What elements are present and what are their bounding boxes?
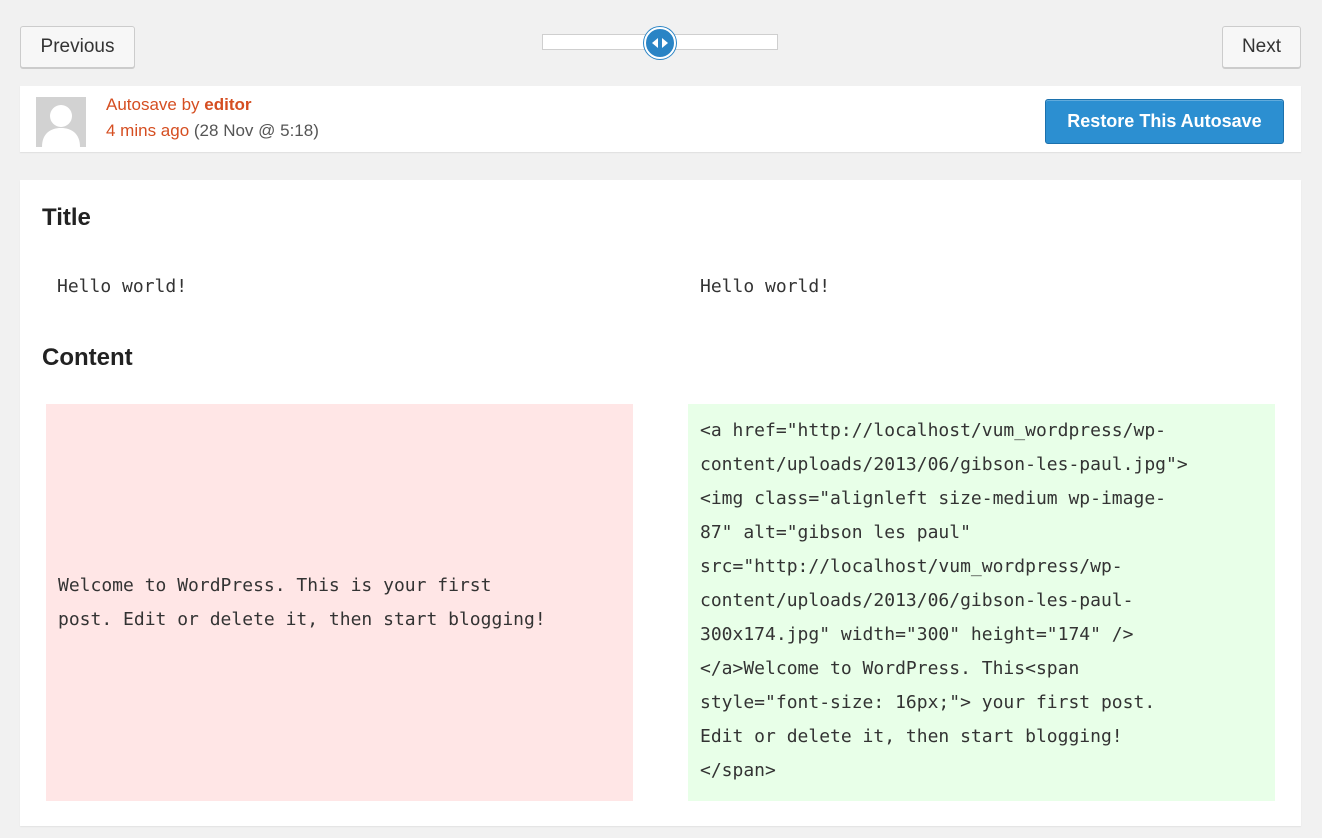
time-ago-link[interactable]: 4 mins ago [106,121,189,140]
content-removed-box: Welcome to WordPress. This is your first… [46,404,633,801]
revision-timestamp: (28 Nov @ 5:18) [189,121,319,140]
revision-slider-handle[interactable] [644,27,676,59]
arrows-left-right-icon [652,38,668,48]
content-heading: Content [42,344,133,371]
revision-meta-bar: Autosave by editor 4 mins ago (28 Nov @ … [20,86,1301,152]
title-old-value: Hello world! [57,276,188,297]
user-placeholder-icon [36,97,86,147]
content-new-value: <a href="http://localhost/vum_wordpress/… [700,420,1188,781]
revision-time-line: 4 mins ago (28 Nov @ 5:18) [106,121,319,141]
content-added-box: <a href="http://localhost/vum_wordpress/… [688,404,1275,801]
avatar [36,97,86,147]
previous-button[interactable]: Previous [20,26,135,68]
revision-diff-panel: Title Hello world! Hello world! Content … [20,180,1301,826]
author-link[interactable]: editor [204,95,251,114]
revision-author-line: Autosave by editor [106,95,252,115]
restore-autosave-button[interactable]: Restore This Autosave [1045,99,1284,144]
title-heading: Title [42,204,91,231]
next-button[interactable]: Next [1222,26,1301,68]
revision-type-label: Autosave by [106,95,205,114]
content-old-value: Welcome to WordPress. This is your first… [58,574,546,630]
title-new-value: Hello world! [700,276,831,297]
